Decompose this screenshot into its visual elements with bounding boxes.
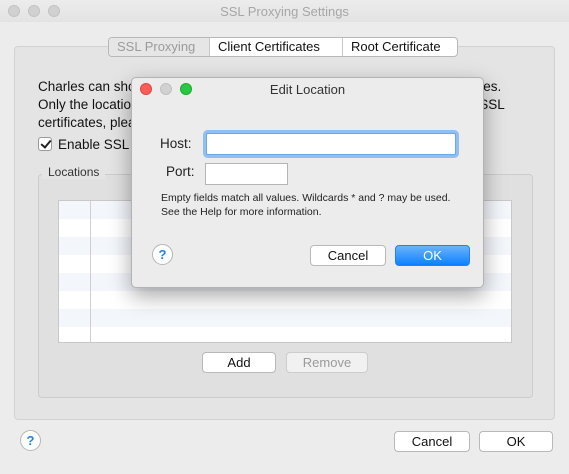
table-row [59, 291, 511, 309]
enable-ssl-checkbox[interactable] [38, 137, 52, 151]
dialog-title: Edit Location [269, 82, 346, 97]
cancel-button[interactable]: Cancel [394, 431, 470, 452]
table-row [59, 327, 511, 342]
window-titlebar: SSL Proxying Settings [0, 0, 569, 22]
table-row [59, 309, 511, 327]
tab-root-certificate[interactable]: Root Certificate [342, 38, 457, 56]
window-title: SSL Proxying Settings [220, 4, 349, 19]
port-label: Port: [166, 164, 195, 179]
tab-ssl-proxying[interactable]: SSL Proxying [109, 38, 209, 56]
dialog-help-note: Empty fields match all values. Wildcards… [161, 192, 451, 218]
dialog-cancel-button[interactable]: Cancel [310, 245, 386, 266]
edit-location-dialog: Edit Location Host: Port: Empty fields m… [131, 77, 484, 288]
enable-ssl-proxying-row[interactable]: Enable SSL Proxying [38, 136, 138, 152]
port-input[interactable] [205, 163, 288, 185]
dialog-titlebar: Edit Location [132, 78, 483, 100]
add-location-button[interactable]: Add [202, 352, 276, 373]
remove-location-button[interactable]: Remove [286, 352, 368, 373]
host-label: Host: [160, 136, 192, 151]
dialog-ok-button[interactable]: OK [395, 245, 470, 266]
column-divider[interactable] [90, 201, 91, 342]
dialog-help-button[interactable]: ? [152, 244, 173, 265]
ok-button[interactable]: OK [479, 431, 553, 452]
help-button[interactable]: ? [20, 430, 41, 451]
enable-ssl-label: Enable SSL Proxying [58, 136, 138, 152]
host-input[interactable] [206, 133, 456, 155]
locations-legend: Locations [42, 165, 106, 179]
tab-bar: SSL Proxying Client Certificates Root Ce… [108, 37, 458, 57]
tab-client-certificates[interactable]: Client Certificates [209, 38, 342, 56]
